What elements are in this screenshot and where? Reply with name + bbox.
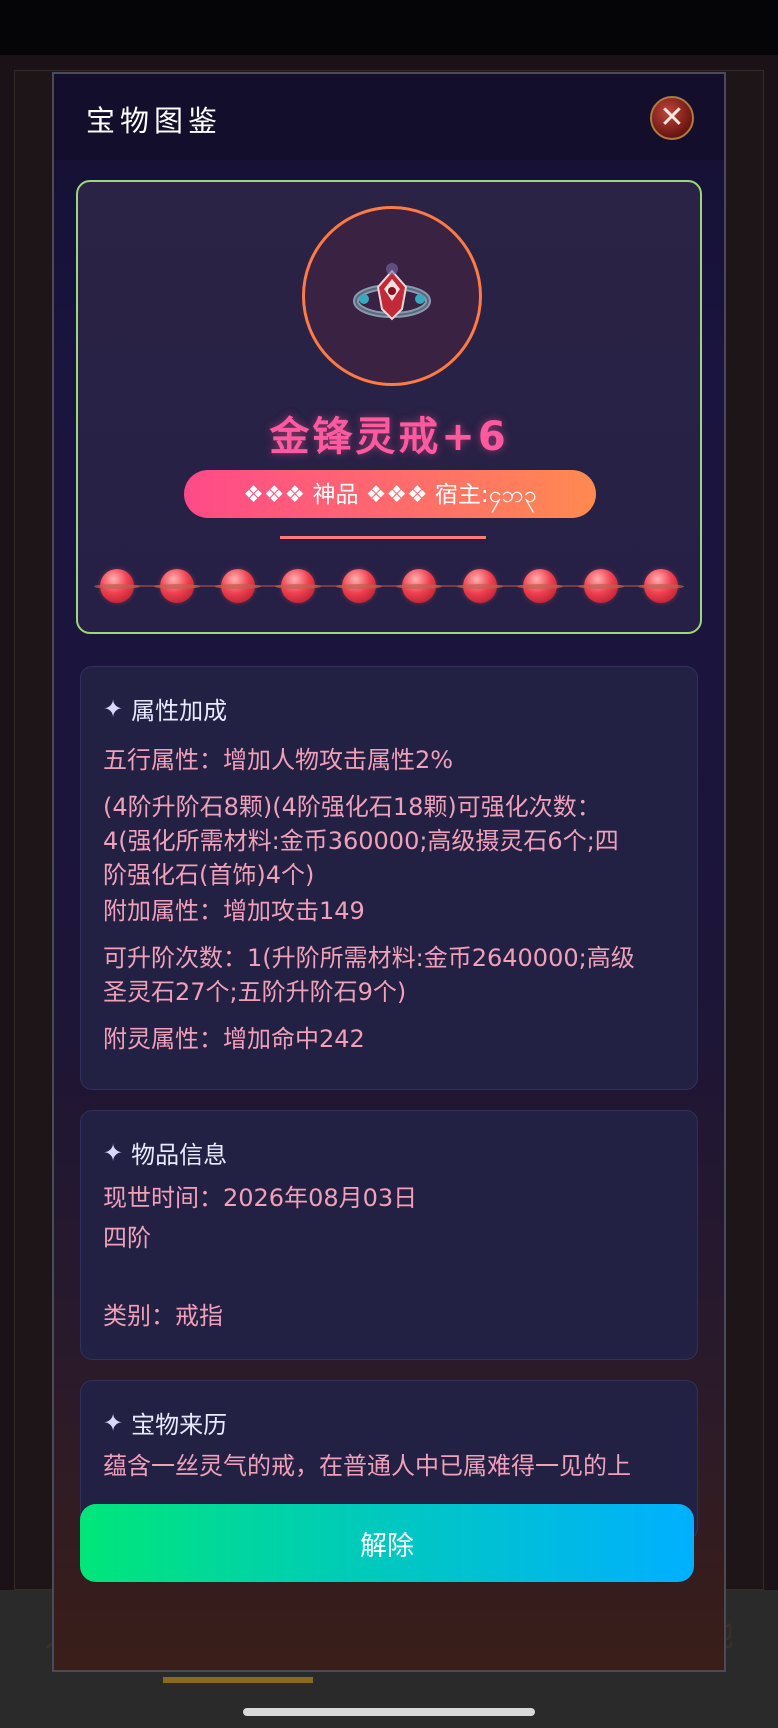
info-title: 物品信息 [131,1141,228,1169]
origin-title: 宝物来历 [131,1411,228,1439]
item-tier: 四阶 [103,1224,151,1252]
enhance-orb [456,569,503,603]
item-icon-frame [302,206,482,386]
item-hero-card: 金锋灵戒+6 ❖❖❖ 神品 ❖❖❖ 宿主:၄ဘ၃ [76,180,702,634]
hero-divider [280,536,486,539]
release-button[interactable]: 解除 [80,1504,694,1582]
modal-header: 宝物图鉴 ✕ [54,74,724,160]
enhance-orb [577,569,624,603]
attr-line: 附加属性：增加攻击149 [103,897,365,925]
item-category: 类别：戒指 [103,1302,223,1330]
attr-line: 阶强化石(首饰)4个) [103,861,315,889]
grade-badge: ❖❖❖ 神品 ❖❖❖ 宿主:၄ဘ၃ [184,470,596,518]
sparkle-icon: ✦ [103,1138,124,1167]
ring-icon [353,263,431,321]
origin-text: 蕴含一丝灵气的戒，在普通人中已属难得一见的上 [103,1452,631,1480]
attr-line: 圣灵石27个;五阶升阶石9个) [103,978,407,1006]
treasure-modal: 宝物图鉴 ✕ 金锋灵戒+6 ❖❖❖ 神品 ❖❖❖ 宿主:၄ဘ၃ ✦ 属性加成 五… [52,72,726,1672]
enhance-orb [637,569,684,603]
attr-line: 附灵属性：增加命中242 [103,1025,365,1053]
enhance-orb [94,569,140,603]
enhance-orb [517,569,564,603]
item-info-card: ✦ 物品信息 现世时间：2026年08月03日 四阶 类别：戒指 [80,1110,698,1360]
enhance-orb [335,569,382,603]
attr-line: 五行属性：增加人物攻击属性2% [103,746,454,774]
home-indicator[interactable] [243,1708,535,1716]
attributes-title: 属性加成 [131,697,228,725]
attr-line: (4阶升阶石8颗)(4阶强化石18颗)可强化次数： [103,793,601,821]
bg-tab-underline [163,1677,313,1683]
sparkle-icon: ✦ [103,694,124,723]
enhance-orb [214,569,261,603]
attr-line: 可升阶次数：1(升阶所需材料:金币2640000;高级 [103,944,635,972]
enhance-orb [154,569,201,603]
enhance-orb-row [94,566,684,606]
info-header: ✦ 物品信息 [103,1135,227,1170]
attr-line: 4(强化所需材料:金币360000;高级摄灵石6个;四 [103,827,619,855]
close-icon: ✕ [659,100,685,135]
enhance-orb [396,569,443,603]
attributes-card: ✦ 属性加成 五行属性：增加人物攻击属性2% (4阶升阶石8颗)(4阶强化石18… [80,666,698,1090]
close-button[interactable]: ✕ [650,96,694,140]
sparkle-icon: ✦ [103,1408,124,1437]
modal-title: 宝物图鉴 [86,104,223,138]
origin-header: ✦ 宝物来历 [103,1405,227,1440]
item-name: 金锋灵戒+6 [269,414,509,460]
attributes-header: ✦ 属性加成 [103,691,227,726]
appear-time: 现世时间：2026年08月03日 [103,1184,418,1212]
enhance-orb [275,569,322,603]
